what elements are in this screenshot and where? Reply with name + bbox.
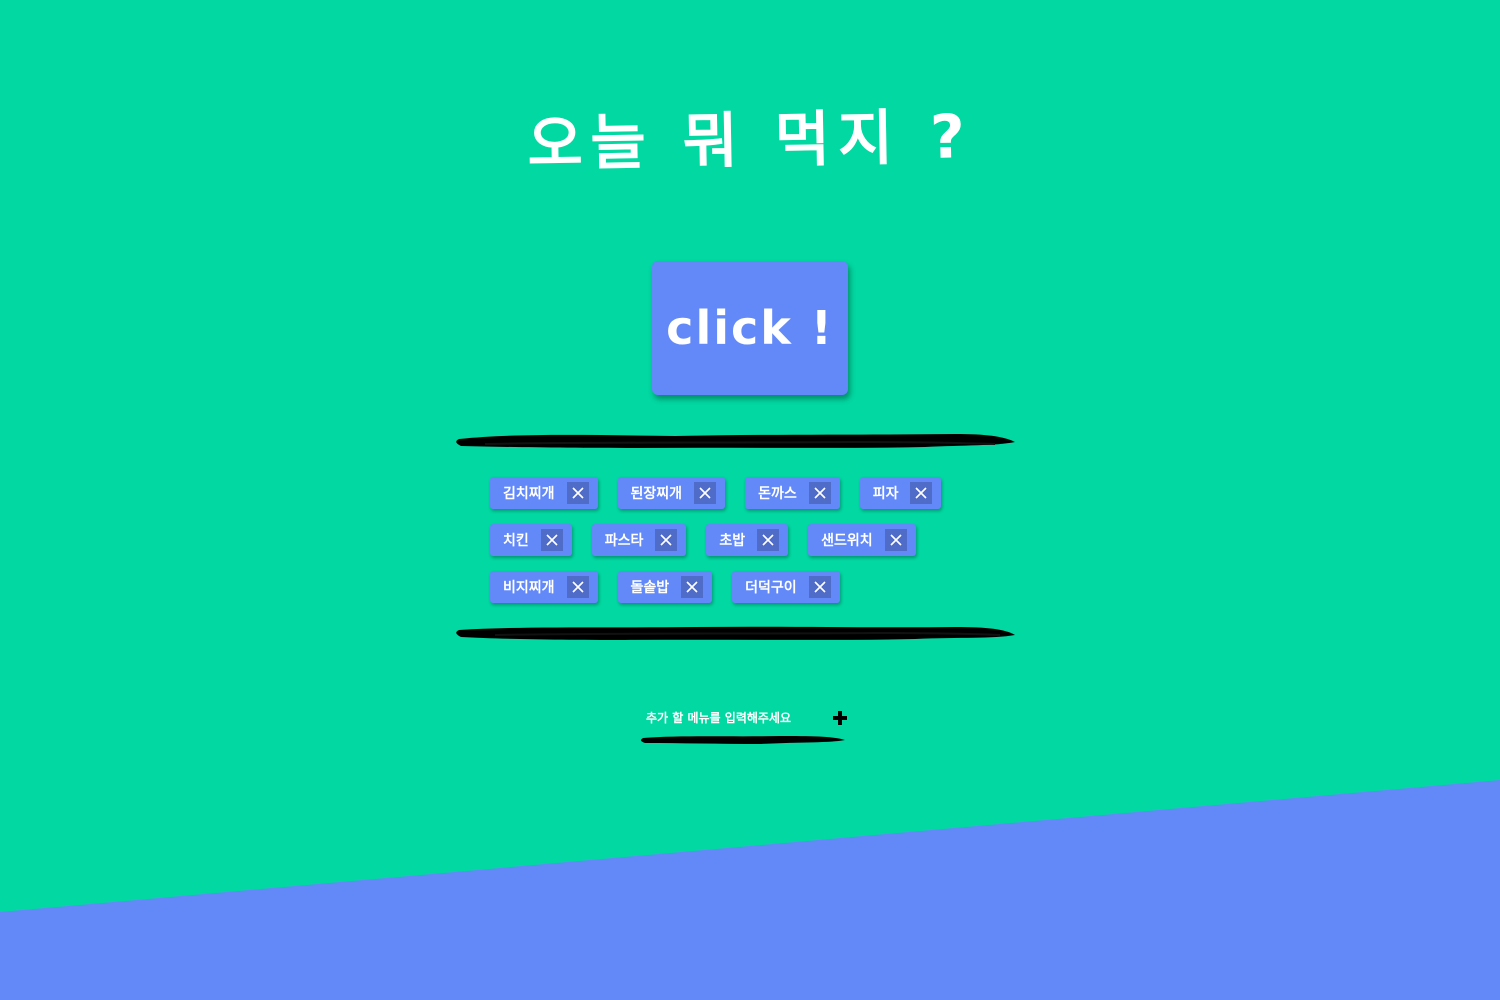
remove-tag-button[interactable] (655, 529, 678, 551)
close-icon (686, 581, 698, 593)
menu-tag: 피자 (859, 477, 942, 509)
menu-tag-row: 비지찌개 돌솥밥 더덕구이 (490, 571, 970, 603)
menu-tag: 돌솥밥 (617, 571, 713, 603)
remove-tag-button[interactable] (566, 482, 589, 504)
close-icon (571, 581, 584, 593)
menu-tag: 샌드위치 (808, 524, 916, 556)
menu-tag-label: 치킨 (503, 533, 529, 549)
close-icon (814, 581, 826, 593)
remove-tag-button[interactable] (757, 529, 780, 551)
menu-tag-label: 비지찌개 (503, 580, 555, 596)
bottom-divider (456, 626, 1015, 640)
menu-tag: 파스타 (591, 524, 687, 556)
remove-tag-button[interactable] (681, 576, 704, 598)
top-divider (456, 434, 1015, 448)
menu-tag: 김치찌개 (490, 477, 598, 509)
close-icon (890, 534, 902, 546)
menu-tag-list: 김치찌개 된장찌개 돈까스 피자 치킨 파스타 초밥 샌드위치 비지찌개 돌솥밥… (490, 477, 970, 618)
menu-input[interactable] (640, 707, 821, 729)
close-icon (546, 534, 558, 546)
add-menu-button[interactable] (831, 708, 850, 728)
close-icon (571, 487, 584, 499)
page-title: 오늘 뭐 먹지 ? (526, 102, 974, 180)
close-icon (814, 487, 826, 499)
menu-tag-label: 피자 (872, 486, 899, 502)
close-icon (660, 534, 672, 546)
menu-tag: 더덕구이 (732, 571, 840, 603)
menu-tag-label: 된장찌개 (630, 486, 683, 502)
menu-tag: 된장찌개 (617, 477, 726, 509)
remove-tag-button[interactable] (566, 576, 589, 598)
menu-tag: 돈까스 (745, 477, 840, 509)
close-icon (762, 534, 774, 546)
menu-tag: 비지찌개 (490, 571, 598, 603)
remove-tag-button[interactable] (540, 529, 563, 551)
menu-tag-row: 김치찌개 된장찌개 돈까스 피자 (490, 477, 970, 509)
menu-tag: 치킨 (490, 524, 572, 556)
input-underline (640, 736, 845, 744)
menu-tag-row: 치킨 파스타 초밥 샌드위치 (490, 524, 970, 556)
remove-tag-button[interactable] (884, 529, 907, 551)
remove-tag-button[interactable] (808, 576, 831, 598)
menu-tag-label: 돈까스 (758, 486, 797, 502)
menu-tag: 초밥 (706, 524, 789, 556)
plus-icon (833, 711, 848, 725)
menu-tag-label: 돌솥밥 (630, 580, 670, 596)
page: 오늘 뭐 먹지 ? click ! 김치찌개 된장찌개 돈까스 피자 치킨 파스… (0, 0, 1500, 1000)
menu-tag-label: 김치찌개 (503, 486, 555, 502)
click-button[interactable]: click ! (652, 261, 848, 395)
add-menu-form (640, 706, 850, 730)
close-icon (915, 487, 928, 499)
remove-tag-button[interactable] (808, 482, 831, 504)
menu-tag-label: 샌드위치 (821, 533, 873, 549)
menu-tag-label: 더덕구이 (745, 580, 797, 596)
remove-tag-button[interactable] (694, 482, 717, 504)
remove-tag-button[interactable] (910, 482, 933, 504)
menu-tag-label: 파스타 (604, 533, 644, 549)
menu-tag-label: 초밥 (719, 533, 746, 549)
close-icon (699, 487, 711, 499)
